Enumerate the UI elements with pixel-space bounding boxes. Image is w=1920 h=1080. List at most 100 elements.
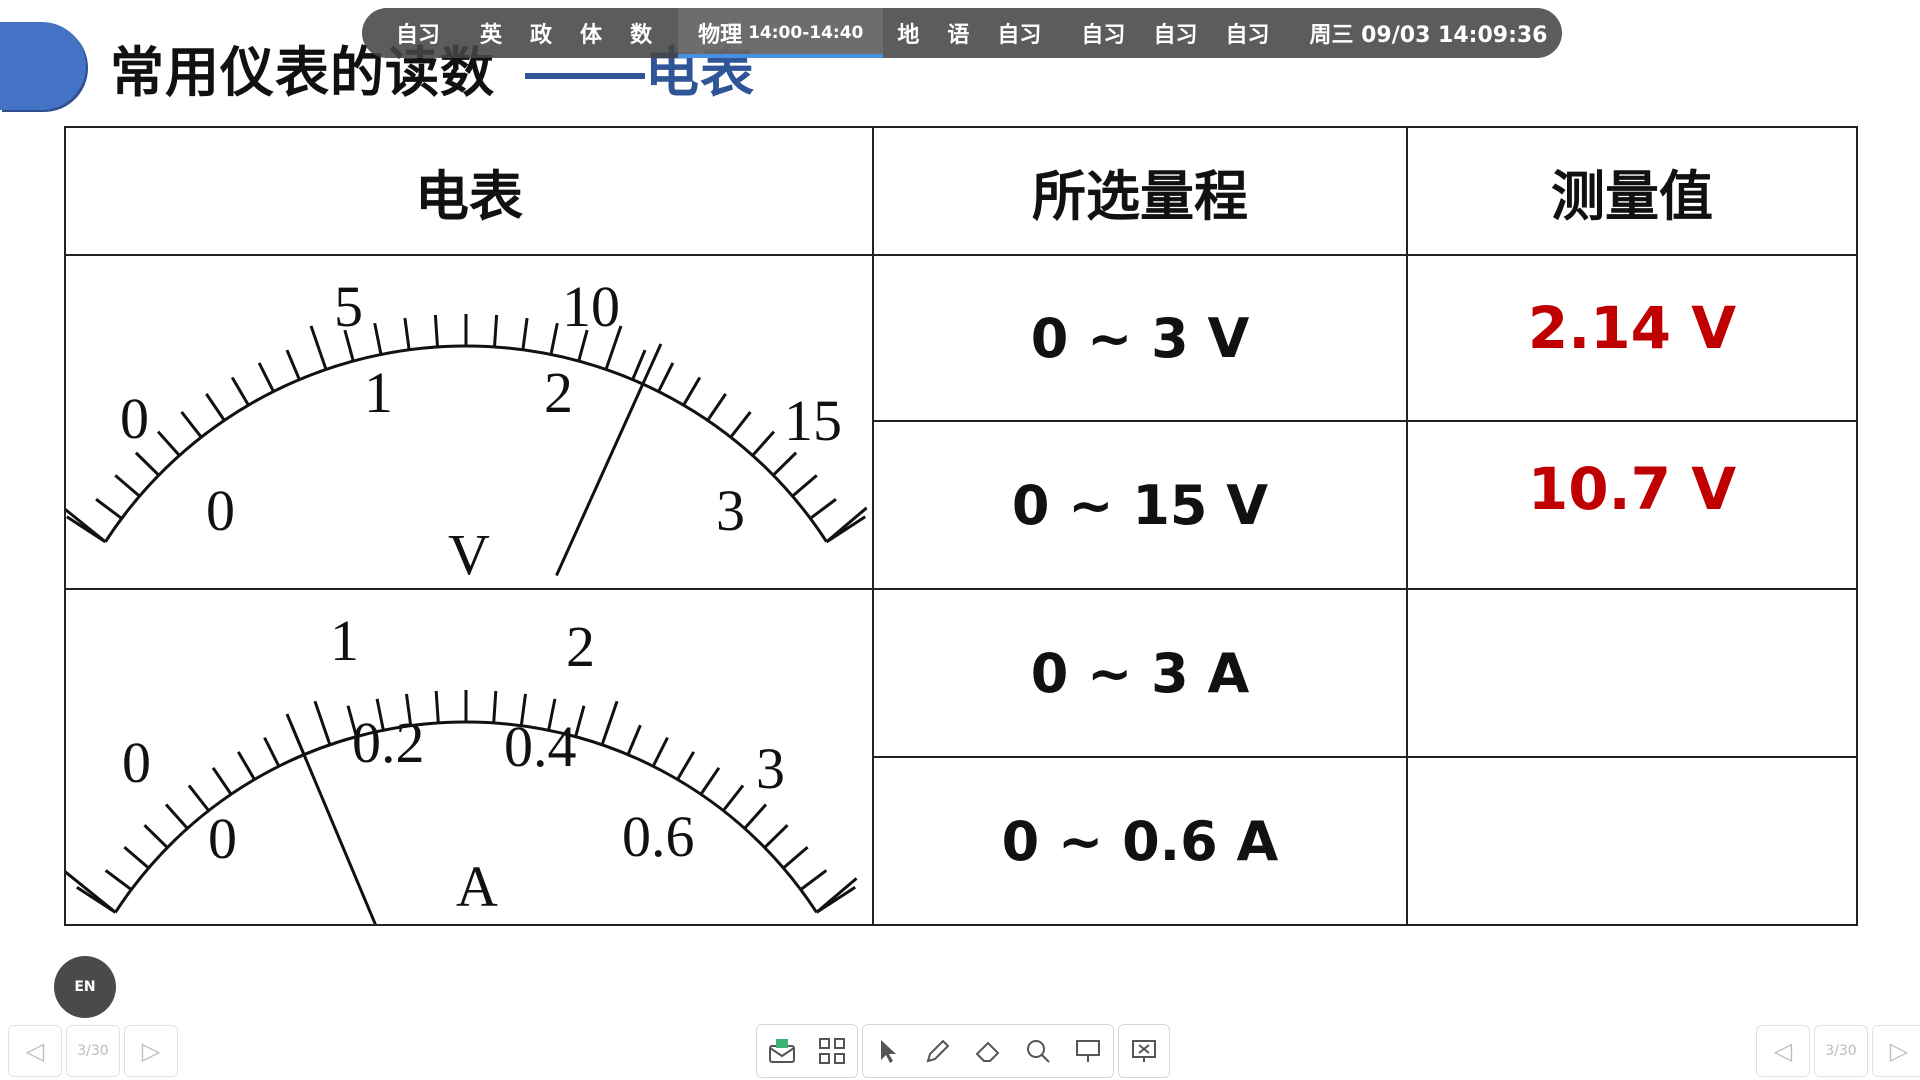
voltmeter-bottom-label: 1	[364, 360, 393, 425]
schedule-item: 地	[897, 23, 920, 48]
title-dash	[525, 73, 645, 80]
prev-page-button[interactable]: ◁	[1756, 1025, 1810, 1077]
range-cell: 0 ~ 3 V	[1030, 306, 1250, 370]
ammeter-tick	[236, 751, 256, 781]
ammeter-tick	[676, 751, 696, 781]
voltmeter-tick	[433, 314, 439, 348]
voltmeter-tick	[682, 376, 702, 406]
chevron-right-icon: ▷	[1889, 1037, 1909, 1065]
ammeter-top-label: 3	[756, 736, 785, 801]
meter-reading-table: 电表 所选量程 测量值 0 ~ 3 V 0 ~ 15 V 0 ~ 3 A 0 ~…	[64, 126, 1858, 926]
page-indicator: 3/30	[1814, 1025, 1868, 1077]
eraser-tool-button[interactable]	[963, 1025, 1013, 1077]
ammeter-tick	[626, 724, 642, 756]
voltmeter-tick	[257, 362, 275, 393]
voltmeter-tick	[134, 451, 160, 477]
zoom-tool-button[interactable]	[1013, 1025, 1063, 1077]
pen-tool-button[interactable]	[913, 1025, 963, 1077]
apps-grid-button[interactable]	[807, 1025, 857, 1077]
voltmeter-tick	[657, 362, 675, 393]
reading-cell	[1408, 590, 1856, 756]
voltmeter-tick	[309, 325, 328, 370]
ammeter-bottom-label: 0	[208, 806, 237, 871]
voltmeter-tick	[156, 430, 181, 457]
schedule-item: 政	[530, 23, 553, 48]
voltmeter-tick	[95, 498, 123, 520]
ammeter-tick	[123, 846, 150, 870]
prev-page-button[interactable]: ◁	[8, 1025, 62, 1077]
chevron-left-icon: ◁	[1773, 1037, 1793, 1065]
select-tool-button[interactable]	[863, 1025, 913, 1077]
voltmeter-tick	[403, 317, 411, 350]
schedule-item: 自习	[997, 23, 1042, 48]
reading-cell: 2.14 V	[1527, 294, 1737, 362]
chevron-left-icon: ◁	[25, 1037, 45, 1065]
bottom-toolbar	[756, 1024, 1170, 1078]
next-page-button[interactable]: ▷	[1872, 1025, 1920, 1077]
schedule-datetime: 周三 09/03 14:09:36	[1309, 23, 1548, 48]
schedule-item: 自习	[1153, 23, 1198, 48]
mail-tool-button[interactable]	[757, 1025, 807, 1077]
ammeter-tick	[722, 784, 745, 812]
ammeter-tick	[313, 700, 332, 746]
header-range: 所选量程	[1032, 164, 1248, 228]
ammeter-tick	[782, 846, 809, 870]
cursor-icon	[881, 1040, 896, 1063]
language-switch-button[interactable]: EN	[54, 956, 116, 1018]
slide-accent-tab	[0, 22, 86, 110]
ammeter-tick	[211, 766, 233, 796]
pen-icon	[926, 1039, 950, 1063]
ammeter-zero-line	[66, 870, 117, 914]
schedule-item: 自习	[1081, 23, 1126, 48]
toolbar-group	[756, 1024, 858, 1078]
ammeter-tick	[799, 869, 828, 891]
magnifier-icon	[1027, 1040, 1050, 1063]
reading-cell: 10.7 V	[1527, 455, 1737, 523]
next-page-button[interactable]: ▷	[124, 1025, 178, 1077]
voltmeter-tick	[493, 314, 499, 348]
ammeter-tick	[104, 869, 133, 891]
voltmeter-tick	[631, 349, 647, 381]
voltmeter-dial: 0 5 10 15 0 1 2 3 V	[66, 274, 868, 587]
voltmeter-max-line	[825, 506, 868, 543]
voltmeter-labels: 0 5 10 15 0 1 2 3 V	[120, 274, 842, 587]
ammeter-max-line	[815, 877, 858, 914]
voltmeter-bottom-label: 0	[206, 478, 235, 543]
ammeter-top-label: 0	[122, 730, 151, 795]
ammeter-top-label: 2	[566, 614, 595, 679]
schedule-current-time: 14:00-14:40	[748, 23, 864, 43]
header-meter: 电表	[415, 164, 523, 228]
voltmeter-tick	[521, 317, 529, 350]
voltmeter-tick	[706, 393, 727, 422]
ammeter-tick	[263, 736, 281, 767]
screen-tool-button[interactable]	[1063, 1025, 1113, 1077]
voltmeter-tick	[180, 411, 203, 439]
ammeter-tick	[743, 803, 768, 830]
ammeter-tick	[143, 824, 169, 849]
en-label: EN	[74, 979, 96, 995]
voltmeter-bottom-label: 3	[716, 478, 745, 543]
right-pager: ◁ 3/30 ▷	[1756, 1025, 1920, 1077]
schedule-item: 语	[947, 23, 970, 48]
range-cell: 0 ~ 0.6 A	[1001, 809, 1279, 873]
voltmeter-top-label: 15	[784, 388, 842, 453]
schedule-current-label: 物理	[698, 23, 743, 48]
voltmeter-unit: V	[448, 522, 490, 587]
presentation-icon	[1076, 1040, 1100, 1062]
ammeter-top-label: 1	[330, 608, 359, 673]
ammeter-bottom-label: 0.6	[622, 804, 695, 869]
eraser-icon	[975, 1041, 1000, 1062]
page-indicator: 3/30	[66, 1025, 120, 1077]
ammeter-tick	[434, 690, 440, 724]
voltmeter-top-label: 10	[562, 274, 620, 339]
ammeter-tick	[651, 736, 669, 767]
voltmeter-tick	[285, 349, 301, 381]
voltmeter-tick	[205, 393, 226, 422]
voltmeter-top-label: 5	[334, 274, 363, 339]
ammeter-dial: 0 1 2 3 0 0.2 0.4 0.6 A	[66, 608, 858, 924]
ammeter-tick	[574, 705, 586, 738]
schedule-item-current: 物理 14:00-14:40	[678, 8, 884, 58]
exit-slideshow-button[interactable]	[1119, 1025, 1169, 1077]
voltmeter-tick	[772, 451, 798, 477]
voltmeter-tick	[114, 474, 141, 498]
